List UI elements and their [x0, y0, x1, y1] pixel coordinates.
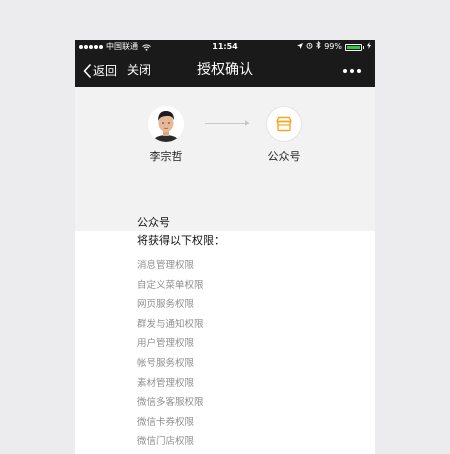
alarm-icon — [306, 40, 313, 54]
permissions-title: 公众号 — [137, 216, 170, 229]
permission-item: 微信卡券权限 — [137, 416, 195, 428]
charging-icon — [367, 40, 371, 54]
battery-fill — [347, 45, 360, 49]
arrow-head — [245, 120, 249, 126]
permissions-section: 公众号 将获得以下权限： 消息管理权限 自定义菜单权限 网页服务权限 群发与通知… — [137, 216, 357, 452]
page-title: 授权确认 — [197, 62, 253, 78]
permission-item: 消息管理权限 — [137, 260, 195, 271]
permissions-list: 消息管理权限 自定义菜单权限 网页服务权限 群发与通知权限 用户管理权限 帐号服… — [137, 256, 357, 452]
user-name: 李宗哲 — [149, 150, 183, 163]
battery-percent: 99% — [324, 42, 342, 51]
status-bar: 中国联通 11:54 99% — [75, 40, 375, 54]
permissions-subtitle: 将获得以下权限： — [137, 234, 225, 247]
more-dots-icon[interactable] — [343, 54, 361, 87]
status-bar-right: 99% — [297, 40, 371, 54]
official-account-name: 公众号 — [267, 150, 301, 163]
bluetooth-icon — [316, 40, 321, 54]
battery-icon — [345, 43, 364, 51]
permission-item: 帐号服务权限 — [137, 357, 195, 369]
store-icon — [266, 106, 302, 142]
permission-item: 微信多客服权限 — [137, 397, 204, 409]
authorization-header: 李宗哲 公众号 — [75, 87, 375, 231]
avatar — [148, 106, 184, 142]
nav-bar: 返回 关闭 授权确认 — [75, 54, 375, 87]
permission-item: 群发与通知权限 — [137, 318, 204, 330]
permission-item: 微信门店权限 — [137, 436, 195, 448]
arrow-right-icon — [205, 123, 249, 124]
phone-screen: 中国联通 11:54 99% 返回 关闭 授权确认 李宗哲 公众号 公众号 将获… — [75, 40, 375, 454]
permission-item: 素材管理权限 — [137, 377, 195, 389]
permission-item: 网页服务权限 — [137, 299, 195, 311]
location-arrow-icon — [297, 40, 304, 54]
permission-item: 自定义菜单权限 — [137, 279, 204, 291]
permission-item: 用户管理权限 — [137, 338, 195, 350]
